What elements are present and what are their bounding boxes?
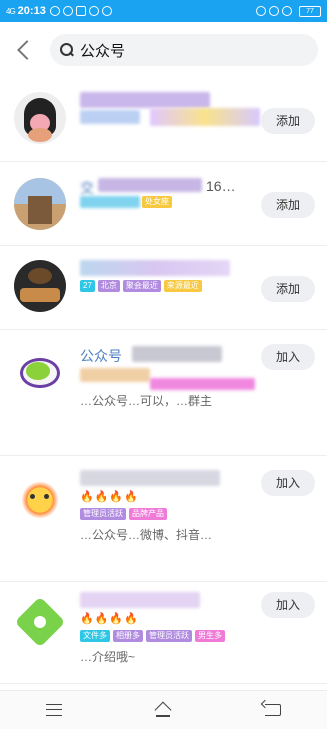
tag-list: 27 北京 聚会最近 来源最近 xyxy=(80,280,202,292)
tag: 相册多 xyxy=(113,630,143,642)
system-navigation-bar xyxy=(0,690,327,729)
list-item[interactable]: 🔥🔥🔥🔥 管理员活跃 品牌产品 …公众号…微博、抖音… 加入 xyxy=(0,456,327,582)
avatar xyxy=(14,92,66,144)
tag-list: 管理员活跃 品牌产品 xyxy=(80,508,167,520)
avatar xyxy=(14,348,66,400)
result-description: …介绍哦~ xyxy=(80,650,136,664)
notification-icon xyxy=(75,6,86,16)
menu-icon[interactable] xyxy=(46,704,63,716)
result-description: …公众号…微博、抖音… xyxy=(80,528,213,542)
list-item[interactable]: 27 北京 聚会最近 来源最近 添加 xyxy=(0,246,327,330)
tag: 文件多 xyxy=(80,630,110,642)
signal-indicator: 4G xyxy=(6,6,16,16)
alarm-icon xyxy=(256,6,266,16)
tag: 聚会最近 xyxy=(122,280,161,292)
add-friend-button[interactable]: 添加 xyxy=(261,108,315,134)
result-description: …公众号…可以，…群主 xyxy=(80,394,213,408)
activity-flames: 🔥🔥🔥🔥 xyxy=(80,613,139,625)
notification-icon xyxy=(62,6,73,16)
back-arrow-icon[interactable] xyxy=(8,22,42,78)
tag: 来源最近 xyxy=(163,280,202,292)
tag: 管理员活跃 xyxy=(80,508,126,520)
tag: 管理员活跃 xyxy=(146,630,192,642)
tag-list: 处女座 xyxy=(142,196,172,208)
avatar xyxy=(14,474,66,526)
tag: 男生多 xyxy=(195,630,225,642)
notification-icon xyxy=(49,6,60,16)
search-input[interactable]: 公众号 xyxy=(50,34,318,66)
search-query: 公众号 xyxy=(80,42,126,60)
tag: 品牌产品 xyxy=(129,508,167,520)
search-header: 公众号 xyxy=(0,22,327,78)
home-icon[interactable] xyxy=(154,703,172,717)
list-item[interactable]: 添加 xyxy=(0,78,327,162)
result-name: 公众号 xyxy=(80,348,122,364)
tag: 北京 xyxy=(97,280,120,292)
list-item[interactable]: 🔥🔥🔥🔥 文件多 相册多 管理员活跃 男生多 …介绍哦~ 加入 xyxy=(0,582,327,684)
member-count: 16… xyxy=(206,178,236,194)
avatar xyxy=(14,260,66,312)
battery-icon: 77 xyxy=(299,5,321,17)
status-bar: 4G 20:13 77 xyxy=(0,0,327,22)
wifi-icon xyxy=(282,6,292,16)
add-friend-button[interactable]: 添加 xyxy=(261,276,315,302)
join-group-button[interactable]: 加入 xyxy=(261,592,315,618)
tag: 27 xyxy=(80,280,95,292)
bluetooth-icon xyxy=(269,6,279,16)
activity-flames: 🔥🔥🔥🔥 xyxy=(80,491,139,503)
search-icon xyxy=(60,43,74,57)
result-name: 交 xyxy=(80,180,94,196)
avatar xyxy=(14,178,66,230)
add-friend-button[interactable]: 添加 xyxy=(261,192,315,218)
tag: 处女座 xyxy=(142,196,172,208)
join-group-button[interactable]: 加入 xyxy=(261,344,315,370)
back-icon[interactable] xyxy=(264,704,281,716)
list-item[interactable]: 交 16… 处女座 添加 xyxy=(0,162,327,246)
notification-icon xyxy=(88,6,99,16)
tag-list: 文件多 相册多 管理员活跃 男生多 xyxy=(80,630,225,642)
avatar xyxy=(14,596,66,648)
notification-icon xyxy=(101,6,112,16)
search-results-list: 添加 交 16… 处女座 添加 27 北京 聚会最近 来源最近 添加 公众号 …… xyxy=(0,78,327,690)
list-item[interactable]: 公众号 …公众号…可以，…群主 加入 xyxy=(0,330,327,456)
join-group-button[interactable]: 加入 xyxy=(261,470,315,496)
status-time: 20:13 xyxy=(17,5,46,17)
